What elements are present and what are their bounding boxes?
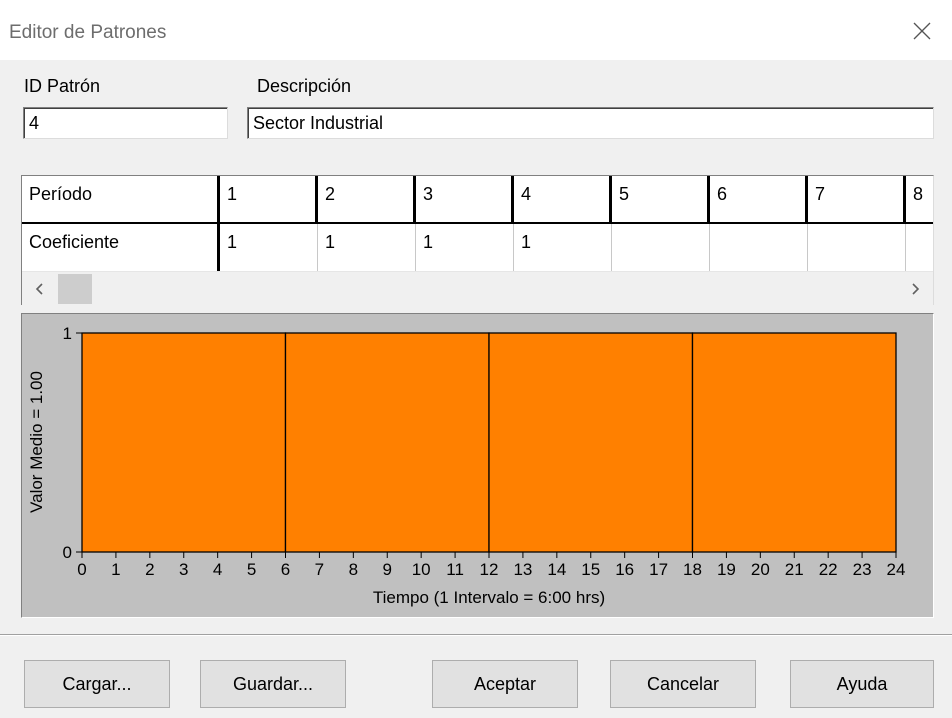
x-tick-label: 15 bbox=[581, 560, 600, 579]
x-tick-label: 7 bbox=[315, 560, 324, 579]
cancel-button[interactable]: Cancelar bbox=[610, 660, 756, 708]
x-tick-label: 12 bbox=[480, 560, 499, 579]
grid-period-cell: 4 bbox=[514, 176, 612, 224]
descripcion-label: Descripción bbox=[257, 76, 352, 96]
accept-button[interactable]: Aceptar bbox=[432, 660, 578, 708]
scrollbar-thumb[interactable] bbox=[58, 274, 92, 304]
grid-coefficient-cell[interactable]: 1 bbox=[318, 224, 416, 272]
grid-row-header-period: Período bbox=[22, 176, 220, 224]
grid-coefficient-cell[interactable]: 1 bbox=[416, 224, 514, 272]
horizontal-scrollbar[interactable] bbox=[22, 271, 933, 305]
x-tick-label: 3 bbox=[179, 560, 188, 579]
x-tick-label: 24 bbox=[887, 560, 906, 579]
x-tick-label: 6 bbox=[281, 560, 290, 579]
grid-period-cell: 2 bbox=[318, 176, 416, 224]
x-tick-label: 5 bbox=[247, 560, 256, 579]
title-bar: Editor de Patrones bbox=[0, 0, 952, 60]
footer-separator bbox=[0, 634, 952, 636]
descripcion-input[interactable]: Sector Industrial bbox=[247, 107, 934, 139]
chevron-left-icon bbox=[35, 283, 43, 295]
chevron-right-icon bbox=[912, 283, 920, 295]
coefficient-grid: Período 1 2 3 4 5 6 7 8 Coeficiente 1 1 … bbox=[21, 175, 934, 305]
chart-bar bbox=[284, 332, 490, 553]
grid-coefficient-cell[interactable]: 1 bbox=[514, 224, 612, 272]
x-tick-label: 22 bbox=[819, 560, 838, 579]
x-tick-label: 0 bbox=[77, 560, 86, 579]
chart-x-label: Tiempo (1 Intervalo = 6:00 hrs) bbox=[373, 588, 605, 607]
grid-coefficient-row: Coeficiente 1 1 1 1 bbox=[22, 224, 933, 272]
grid-coefficient-cell[interactable] bbox=[906, 224, 933, 272]
chart-y-label: Valor Medio = 1.00 bbox=[27, 371, 46, 513]
grid-period-row: Período 1 2 3 4 5 6 7 8 bbox=[22, 176, 933, 224]
x-tick-label: 23 bbox=[853, 560, 872, 579]
save-button[interactable]: Guardar... bbox=[200, 660, 346, 708]
y-tick-label: 0 bbox=[63, 543, 72, 562]
x-tick-label: 18 bbox=[683, 560, 702, 579]
x-tick-label: 19 bbox=[717, 560, 736, 579]
x-tick-label: 9 bbox=[383, 560, 392, 579]
chart-bar bbox=[81, 332, 287, 553]
x-tick-label: 20 bbox=[751, 560, 770, 579]
pattern-chart: 0 1 2 3 4 5 6 7 8 9 10 11 12 13 14 15 16 17 18 19 20 21 22 23 24… bbox=[27, 324, 906, 607]
grid-coefficient-cell[interactable] bbox=[612, 224, 710, 272]
grid-row-header-coefficient: Coeficiente bbox=[22, 224, 220, 272]
x-tick-label: 16 bbox=[615, 560, 634, 579]
load-button[interactable]: Cargar... bbox=[24, 660, 170, 708]
scroll-left-button[interactable] bbox=[22, 272, 58, 305]
x-tick-label: 11 bbox=[446, 560, 464, 579]
scroll-right-button[interactable] bbox=[897, 272, 933, 305]
x-tick-label: 13 bbox=[513, 560, 532, 579]
grid-period-cell: 5 bbox=[612, 176, 710, 224]
x-tick-label: 8 bbox=[349, 560, 358, 579]
id-patron-input[interactable]: 4 bbox=[23, 107, 228, 139]
help-button[interactable]: Ayuda bbox=[790, 660, 934, 708]
chart-bar bbox=[488, 332, 694, 553]
close-icon bbox=[913, 22, 931, 40]
grid-coefficient-cell[interactable]: 1 bbox=[220, 224, 318, 272]
grid-period-cell: 8 bbox=[906, 176, 933, 224]
grid-coefficient-cell[interactable] bbox=[808, 224, 906, 272]
y-tick-label: 1 bbox=[63, 324, 72, 343]
window-title: Editor de Patrones bbox=[9, 22, 167, 43]
x-tick-label: 4 bbox=[213, 560, 222, 579]
chart-bar bbox=[691, 332, 897, 553]
grid-period-cell: 6 bbox=[710, 176, 808, 224]
x-tick-label: 1 bbox=[111, 560, 120, 579]
id-patron-label: ID Patrón bbox=[24, 76, 101, 96]
x-tick-label: 10 bbox=[412, 560, 431, 579]
grid-coefficient-cell[interactable] bbox=[710, 224, 808, 272]
x-tick-label: 2 bbox=[145, 560, 154, 579]
grid-period-cell: 3 bbox=[416, 176, 514, 224]
pattern-chart-panel: 0 1 2 3 4 5 6 7 8 9 10 11 12 13 14 15 16 17 18 19 20 21 22 23 24… bbox=[21, 313, 934, 618]
x-tick-label: 17 bbox=[649, 560, 668, 579]
x-tick-label: 14 bbox=[547, 560, 566, 579]
close-button[interactable] bbox=[892, 8, 952, 54]
grid-period-cell: 1 bbox=[220, 176, 318, 224]
grid-period-cell: 7 bbox=[808, 176, 906, 224]
x-tick-label: 21 bbox=[785, 560, 804, 579]
